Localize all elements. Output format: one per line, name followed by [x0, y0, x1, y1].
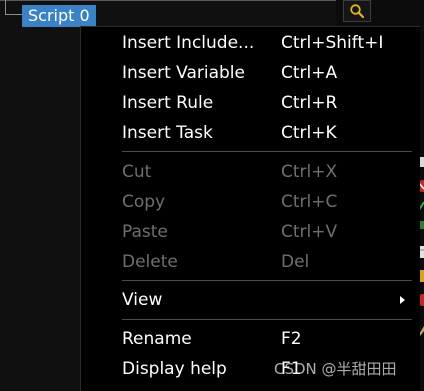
context-menu: Insert Include... Ctrl+Shift+I Insert Va… — [80, 26, 420, 391]
menu-item-label: Delete — [122, 252, 178, 272]
menu-separator — [122, 280, 412, 281]
menu-separator — [122, 151, 412, 152]
menu-item-delete[interactable]: Delete Del — [81, 247, 419, 277]
menu-item-paste[interactable]: Paste Ctrl+V — [81, 217, 419, 247]
panel-border — [0, 0, 336, 1]
menu-item-shortcut: Ctrl+Shift+I — [281, 33, 384, 53]
menu-item-label: Insert Rule — [122, 93, 214, 113]
menu-item-shortcut: Ctrl+V — [281, 222, 338, 242]
application-window: Script 0 Insert Include... Ctrl+Shift+I … — [0, 0, 424, 391]
menu-item-label: Display help — [122, 359, 227, 379]
tree-node-script-0[interactable]: Script 0 — [22, 5, 96, 27]
menu-item-shortcut: Ctrl+R — [281, 93, 338, 113]
menu-item-label: Rename — [122, 329, 192, 349]
menu-item-label: Paste — [122, 222, 168, 242]
tree-connector-horizontal — [5, 14, 22, 15]
submenu-arrow-icon — [400, 296, 405, 304]
menu-item-shortcut: Ctrl+C — [281, 192, 338, 212]
menu-item-insert-variable[interactable]: Insert Variable Ctrl+A — [81, 58, 419, 88]
search-button[interactable] — [343, 0, 371, 22]
menu-item-rename[interactable]: Rename F2 — [81, 324, 419, 354]
menu-item-shortcut: Ctrl+X — [281, 162, 338, 182]
menu-item-view[interactable]: View — [81, 285, 419, 315]
menu-item-label: View — [122, 290, 163, 310]
menu-item-label: Cut — [122, 162, 152, 182]
menu-item-shortcut: Del — [281, 252, 310, 272]
tree-connector-vertical — [5, 0, 6, 14]
menu-item-shortcut: F2 — [281, 329, 302, 349]
menu-item-copy[interactable]: Copy Ctrl+C — [81, 187, 419, 217]
menu-item-label: Insert Variable — [122, 63, 245, 83]
menu-item-cut[interactable]: Cut Ctrl+X — [81, 157, 419, 187]
menu-item-label: Insert Include... — [122, 33, 255, 53]
menu-item-label: Insert Task — [122, 123, 213, 143]
menu-item-insert-task[interactable]: Insert Task Ctrl+K — [81, 118, 419, 148]
menu-item-shortcut: Ctrl+A — [281, 63, 338, 83]
menu-item-insert-include[interactable]: Insert Include... Ctrl+Shift+I — [81, 28, 419, 58]
menu-item-shortcut: Ctrl+K — [281, 123, 337, 143]
watermark-text: CSDN @半甜田田 — [274, 360, 397, 378]
menu-item-label: Copy — [122, 192, 166, 212]
menu-item-insert-rule[interactable]: Insert Rule Ctrl+R — [81, 88, 419, 118]
menu-separator — [122, 319, 412, 320]
